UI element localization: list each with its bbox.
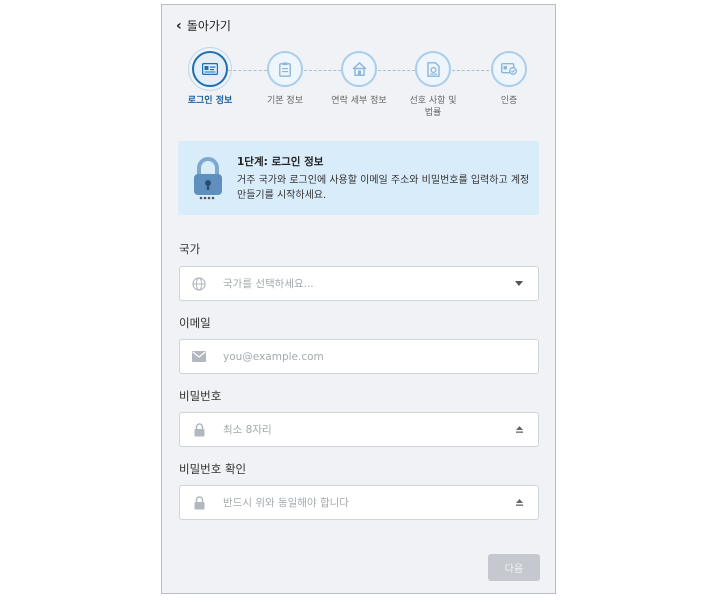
verify-card-icon <box>501 63 517 75</box>
email-label: 이메일 <box>179 316 211 330</box>
step-circle <box>192 51 228 87</box>
confirm-password-field[interactable]: 반드시 위와 동일해야 합니다 <box>179 485 539 520</box>
country-select[interactable]: 국가를 선택하세요... <box>179 266 539 301</box>
step-contact-details[interactable]: 연락 세부 정보 <box>319 51 399 107</box>
info-title: 1단계: 로그인 정보 <box>237 155 324 168</box>
info-box: 1단계: 로그인 정보 거주 국가와 로그인에 사용할 이메일 주소와 비밀번호… <box>178 141 539 215</box>
progress-stepper: 로그인 정보 기본 정보 연락 세부 정보 선호 사항 및 법률 인증 <box>162 51 557 131</box>
step-label: 연락 세부 정보 <box>331 96 387 106</box>
signup-panel: ‹ 돌아가기 로그인 정보 기본 정보 연락 세부 정보 선호 사항 및 법률 … <box>161 4 556 594</box>
password-placeholder: 최소 8자리 <box>223 424 272 436</box>
back-link[interactable]: ‹ 돌아가기 <box>176 17 231 34</box>
step-circle <box>491 51 527 87</box>
lock-icon <box>189 493 209 513</box>
step-circle <box>341 51 377 87</box>
password-field[interactable]: 최소 8자리 <box>179 412 539 447</box>
id-card-icon <box>202 63 218 75</box>
country-label: 국가 <box>179 242 201 256</box>
step-label: 기본 정보 <box>267 96 303 106</box>
caret-up-icon[interactable] <box>512 499 526 506</box>
info-content: 1단계: 로그인 정보 거주 국가와 로그인에 사용할 이메일 주소와 비밀번호… <box>237 154 537 203</box>
step-circle <box>415 51 451 87</box>
step-label: 로그인 정보 <box>187 96 233 106</box>
next-button[interactable]: 다음 <box>488 554 540 581</box>
step-preferences-legal[interactable]: 선호 사항 및 법률 <box>393 51 473 119</box>
step-verification[interactable]: 인증 <box>469 51 549 107</box>
step-login-info[interactable]: 로그인 정보 <box>170 51 250 107</box>
document-icon <box>426 61 440 77</box>
globe-icon <box>189 274 209 294</box>
home-icon <box>351 62 367 76</box>
step-label: 인증 <box>500 96 518 106</box>
envelope-icon <box>189 347 209 367</box>
password-label: 비밀번호 <box>179 389 222 403</box>
chevron-left-icon: ‹ <box>176 17 182 34</box>
back-label: 돌아가기 <box>186 19 231 33</box>
lock-icon <box>189 420 209 440</box>
clipboard-icon <box>279 62 291 77</box>
confirm-password-label: 비밀번호 확인 <box>179 462 247 476</box>
step-circle <box>267 51 303 87</box>
info-text: 거주 국가와 로그인에 사용할 이메일 주소와 비밀번호를 입력하고 계정 만들… <box>237 174 530 201</box>
confirm-password-placeholder: 반드시 위와 동일해야 합니다 <box>223 497 349 509</box>
step-basic-info[interactable]: 기본 정보 <box>245 51 325 107</box>
country-placeholder: 국가를 선택하세요... <box>223 278 314 290</box>
step-label: 선호 사항 및 법률 <box>409 96 457 118</box>
padlock-icon <box>194 157 222 200</box>
caret-down-icon <box>512 281 526 286</box>
email-field[interactable]: you@example.com <box>179 339 539 374</box>
email-placeholder: you@example.com <box>223 350 324 363</box>
caret-up-icon[interactable] <box>512 426 526 433</box>
